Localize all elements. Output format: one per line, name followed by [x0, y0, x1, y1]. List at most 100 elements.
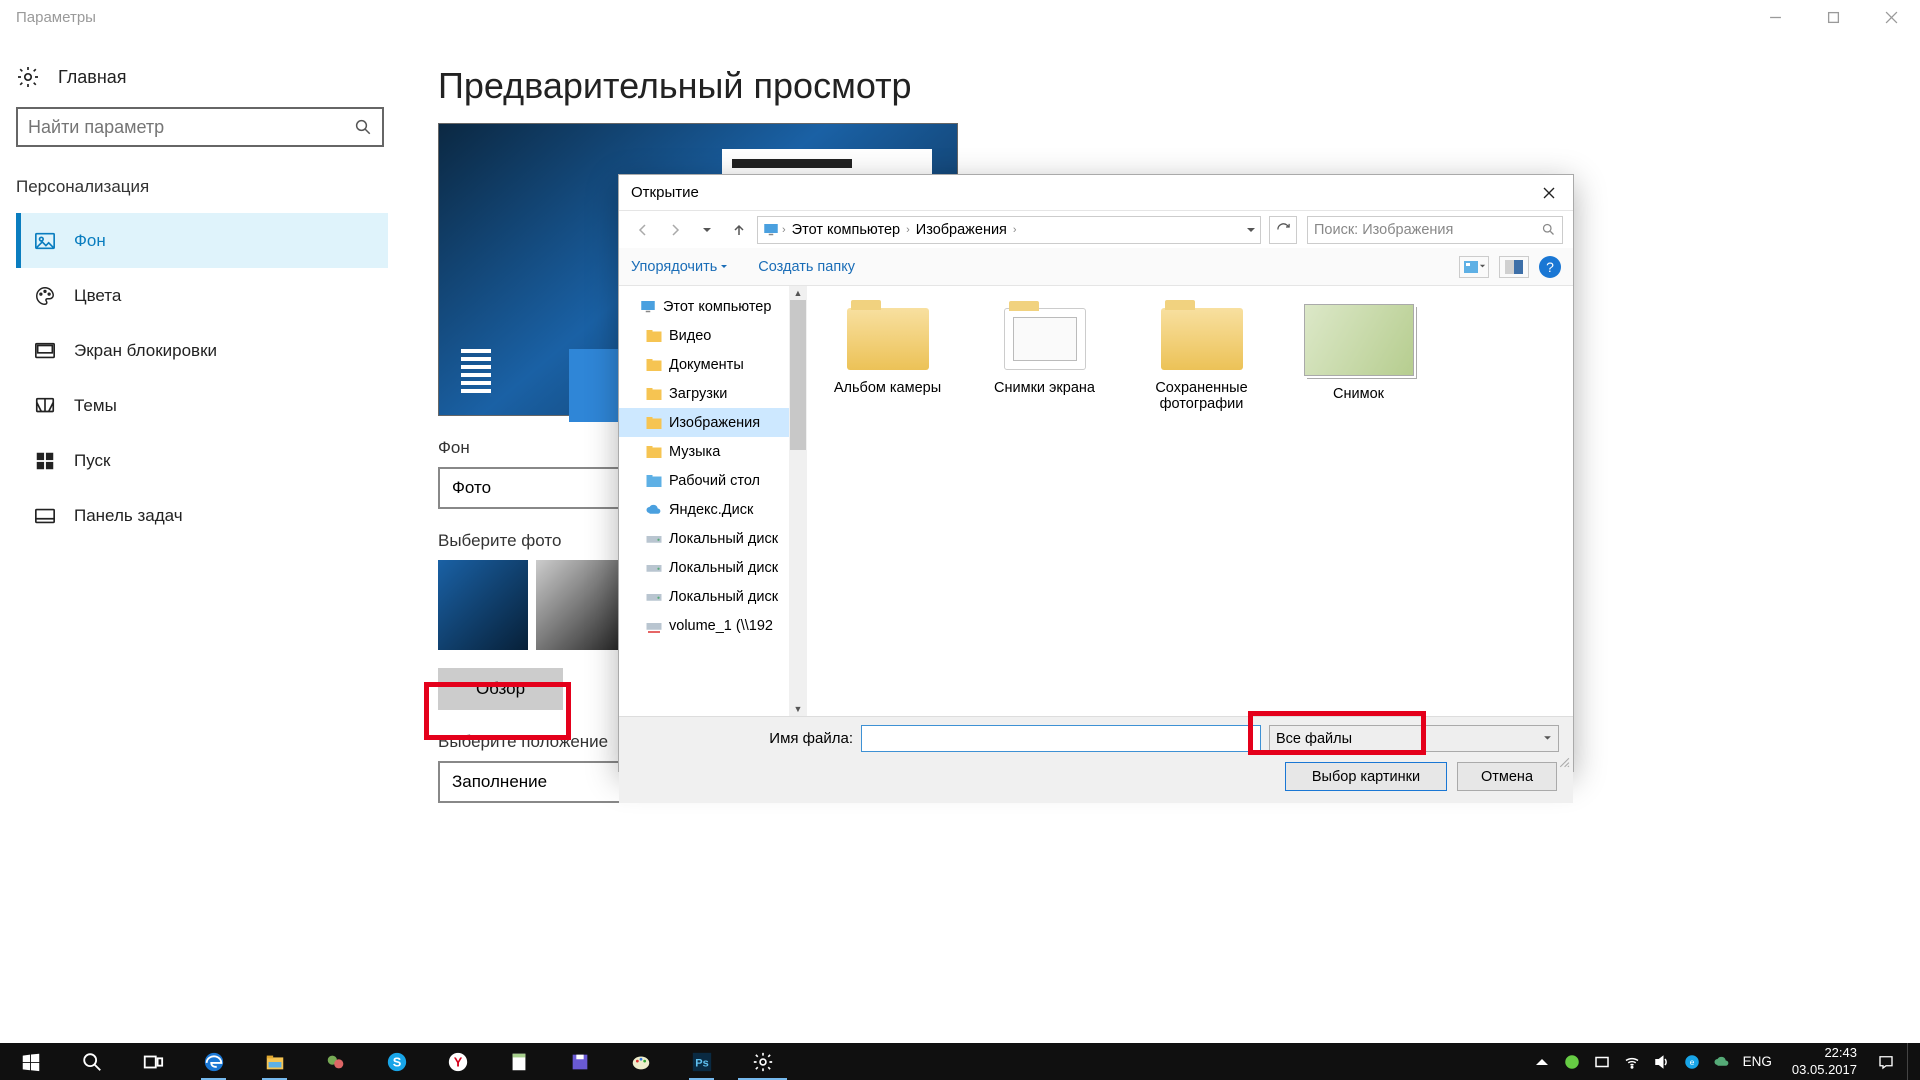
dialog-close-button[interactable]: [1525, 175, 1573, 210]
tree-item-music[interactable]: Музыка: [619, 437, 807, 466]
address-bar[interactable]: › Этот компьютер › Изображения ›: [757, 216, 1261, 244]
taskbar-app-explorer[interactable]: [244, 1043, 305, 1080]
taskbar-app[interactable]: [549, 1043, 610, 1080]
photo-thumb[interactable]: [438, 560, 528, 650]
svg-text:Ps: Ps: [695, 1057, 708, 1069]
notifications-icon[interactable]: [1877, 1053, 1895, 1071]
skype-icon: S: [386, 1051, 408, 1073]
volume-icon[interactable]: [1653, 1053, 1671, 1071]
file-item-folder[interactable]: Альбом камеры: [825, 300, 950, 396]
nav-lockscreen[interactable]: Экран блокировки: [16, 323, 388, 378]
organize-button[interactable]: Упорядочить: [631, 259, 728, 275]
preview-pane-button[interactable]: [1499, 256, 1529, 278]
nav-up-button[interactable]: [725, 216, 753, 244]
minimize-button[interactable]: [1746, 0, 1804, 35]
dialog-search-box[interactable]: Поиск: Изображения: [1307, 216, 1563, 244]
cancel-button[interactable]: Отмена: [1457, 762, 1557, 791]
nav-forward-button[interactable]: [661, 216, 689, 244]
tree-item-drive[interactable]: Локальный диск: [619, 553, 807, 582]
search-icon: [1541, 222, 1556, 237]
file-item-image[interactable]: Снимок: [1296, 300, 1421, 402]
show-desktop-button[interactable]: [1907, 1043, 1914, 1080]
taskbar-app-yandex[interactable]: Y: [427, 1043, 488, 1080]
file-label: Снимок: [1296, 386, 1421, 402]
tray-icon[interactable]: [1593, 1053, 1611, 1071]
maximize-button[interactable]: [1804, 0, 1862, 35]
clock[interactable]: 22:43 03.05.2017: [1784, 1045, 1865, 1078]
svg-text:e: e: [1689, 1058, 1694, 1067]
breadcrumb-item[interactable]: Этот компьютер: [788, 222, 904, 238]
chevron-down-icon[interactable]: [1246, 225, 1256, 235]
date: 03.05.2017: [1792, 1062, 1857, 1078]
filetype-select[interactable]: Все файлы: [1269, 725, 1559, 752]
chevron-down-icon: [1543, 734, 1552, 743]
refresh-button[interactable]: [1269, 216, 1297, 244]
tree-item-documents[interactable]: Документы: [619, 350, 807, 379]
recent-locations-button[interactable]: [693, 216, 721, 244]
tree-item-drive[interactable]: Локальный диск: [619, 582, 807, 611]
taskbar-app-settings[interactable]: [732, 1043, 793, 1080]
taskbar-app-skype[interactable]: S: [366, 1043, 427, 1080]
search-input[interactable]: [28, 117, 354, 138]
tree-item-downloads[interactable]: Загрузки: [619, 379, 807, 408]
start-button[interactable]: [0, 1043, 61, 1080]
filename-input[interactable]: [861, 725, 1261, 752]
wifi-icon[interactable]: [1623, 1053, 1641, 1071]
search-button[interactable]: [61, 1043, 122, 1080]
nav-themes[interactable]: Темы: [16, 378, 388, 433]
tree-item-videos[interactable]: Видео: [619, 321, 807, 350]
search-icon: [354, 118, 372, 136]
resize-grip[interactable]: [1557, 755, 1570, 768]
new-folder-button[interactable]: Создать папку: [758, 259, 855, 275]
nav-back-button[interactable]: [629, 216, 657, 244]
folder-icon: [645, 327, 663, 345]
taskbar-app-edge[interactable]: [183, 1043, 244, 1080]
gear-icon: [752, 1051, 774, 1073]
photo-thumb[interactable]: [536, 560, 626, 650]
nav-label: Экран блокировки: [74, 341, 217, 361]
folder-icon: [645, 414, 663, 432]
browse-button[interactable]: Обзор: [438, 668, 563, 710]
file-label: Сохраненные фотографии: [1139, 380, 1264, 412]
breadcrumb-item[interactable]: Изображения: [912, 222, 1011, 238]
tree-item-yandex[interactable]: Яндекс.Диск: [619, 495, 807, 524]
close-button[interactable]: [1862, 0, 1920, 35]
window-title: Параметры: [16, 9, 96, 26]
help-button[interactable]: ?: [1539, 256, 1561, 278]
tree-item-netdrive[interactable]: volume_1 (\\192: [619, 611, 807, 640]
language-indicator[interactable]: ENG: [1743, 1054, 1772, 1069]
nav-taskbar[interactable]: Панель задач: [16, 488, 388, 543]
view-mode-button[interactable]: [1459, 256, 1489, 278]
nav-label: Пуск: [74, 451, 110, 471]
task-view-button[interactable]: [122, 1043, 183, 1080]
open-button[interactable]: Выбор картинки: [1285, 762, 1447, 791]
search-icon: [81, 1051, 103, 1073]
folder-icon: [1161, 308, 1243, 370]
app-icon: [325, 1051, 347, 1073]
nav-colors[interactable]: Цвета: [16, 268, 388, 323]
taskbar-app-photoshop[interactable]: Ps: [671, 1043, 732, 1080]
nav-background[interactable]: Фон: [16, 213, 388, 268]
folder-icon: [847, 308, 929, 370]
tree-scrollbar[interactable]: ▲ ▼: [789, 286, 807, 716]
nav-label: Цвета: [74, 286, 121, 306]
tray-icon[interactable]: [1713, 1053, 1731, 1071]
file-item-folder[interactable]: Снимки экрана: [982, 300, 1107, 396]
taskbar-app[interactable]: [305, 1043, 366, 1080]
tray-chevron-up-icon[interactable]: [1533, 1053, 1551, 1071]
taskbar-app-notepad[interactable]: [488, 1043, 549, 1080]
svg-text:S: S: [392, 1054, 401, 1069]
tree-item-drive[interactable]: Локальный диск: [619, 524, 807, 553]
file-item-folder[interactable]: Сохраненные фотографии: [1139, 300, 1264, 412]
taskbar-app-paint[interactable]: [610, 1043, 671, 1080]
tree-item-pc[interactable]: Этот компьютер: [619, 292, 807, 321]
dialog-title: Открытие: [619, 175, 1573, 210]
tray-icon[interactable]: e: [1683, 1053, 1701, 1071]
nav-start[interactable]: Пуск: [16, 433, 388, 488]
folder-icon: [645, 385, 663, 403]
search-box[interactable]: [16, 107, 384, 147]
home-link[interactable]: Главная: [16, 65, 388, 89]
tree-item-desktop[interactable]: Рабочий стол: [619, 466, 807, 495]
tray-icon[interactable]: [1563, 1053, 1581, 1071]
tree-item-pictures[interactable]: Изображения: [619, 408, 807, 437]
